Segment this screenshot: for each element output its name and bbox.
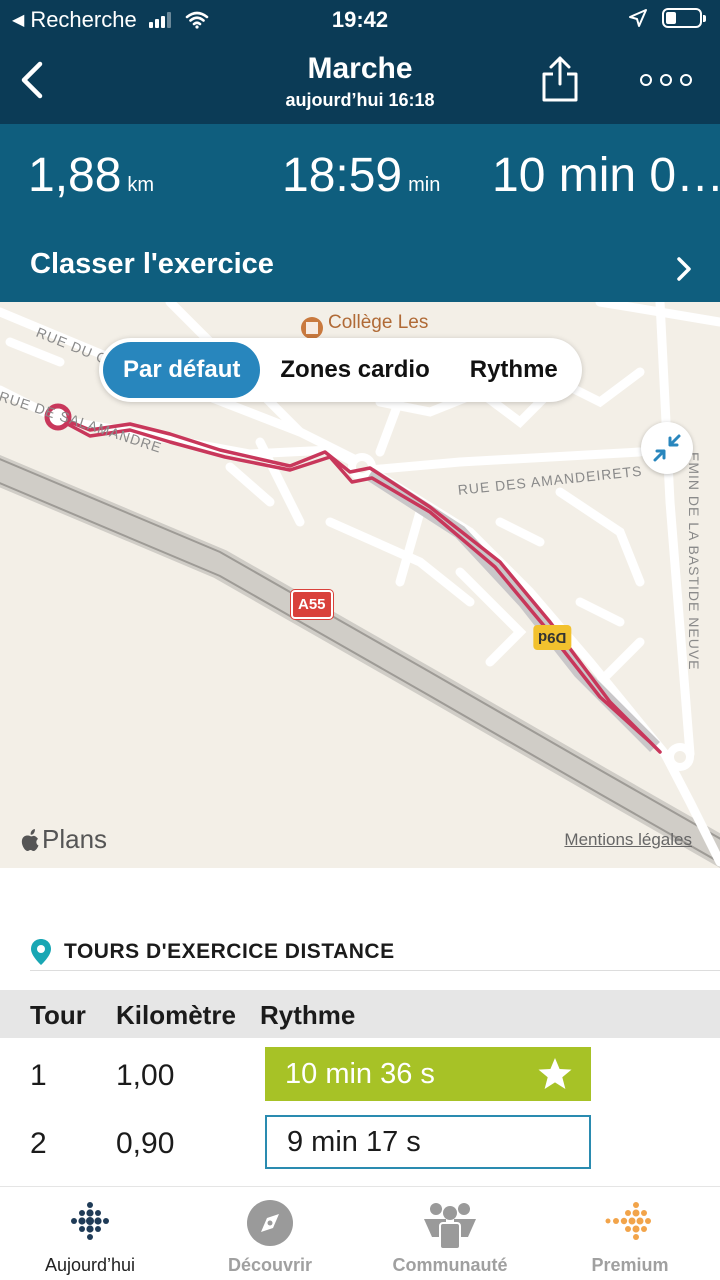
lap-pace: 9 min 17 s xyxy=(265,1115,591,1169)
tab-discover[interactable]: Découvrir xyxy=(180,1187,360,1280)
lap-km: 0,90 xyxy=(116,1127,175,1160)
lap-pace-value: 10 min 36 s xyxy=(285,1057,435,1090)
tab-label: Premium xyxy=(591,1255,669,1275)
road-shield-d9d: D9d xyxy=(533,625,572,650)
community-icon xyxy=(424,1203,476,1250)
tab-default[interactable]: Par défaut xyxy=(103,342,261,398)
table-row: 2 0,90 9 min 17 s xyxy=(0,1115,720,1175)
tab-label: Aujourd’hui xyxy=(44,1255,136,1275)
today-dots-icon xyxy=(71,1202,109,1240)
tab-label: Communauté xyxy=(392,1255,508,1275)
column-header-km: Kilomètre xyxy=(116,1000,236,1030)
summary-stats: 1,88 km 18:59 min 10 min 0… Classer l'exer… xyxy=(0,124,720,302)
map-label-college: Collège Les xyxy=(328,312,429,333)
route-map[interactable]: Collège Les RUE DU GRA RUE DE SALAMANDRE… xyxy=(0,302,720,868)
lap-number: 1 xyxy=(30,1059,47,1092)
section-divider xyxy=(30,970,720,971)
share-icon[interactable] xyxy=(538,54,582,104)
road-shield-a55: A55 xyxy=(291,590,333,619)
status-bar: ◀ Recherche 19:42 xyxy=(0,0,720,40)
stat-duration: 18:59 min xyxy=(282,149,441,202)
status-time: 19:42 xyxy=(331,7,389,32)
battery-icon xyxy=(662,8,706,28)
tab-community[interactable]: Communauté xyxy=(360,1187,540,1280)
location-arrow-icon xyxy=(629,9,647,27)
page-subtitle: aujourd’hui 16:18 xyxy=(285,90,435,110)
column-header-lap: Tour xyxy=(30,1000,86,1030)
map-label-street-bastide: EMIN DE LA BASTIDE NEUVE xyxy=(686,452,702,671)
page-title: Marche xyxy=(307,52,413,85)
table-row: 1 1,00 10 min 36 s xyxy=(0,1047,720,1107)
tab-label: Découvrir xyxy=(227,1255,313,1275)
apple-maps-attribution: Plans xyxy=(20,824,107,855)
laps-section-header: TOURS D'EXERCICE DISTANCE xyxy=(30,938,395,966)
chevron-right-icon xyxy=(677,257,691,281)
apple-logo-icon xyxy=(21,828,39,851)
collapse-map-button[interactable] xyxy=(641,422,693,474)
lap-pace-value: 9 min 17 s xyxy=(287,1125,421,1158)
legal-notice-link[interactable]: Mentions légales xyxy=(564,830,692,850)
lap-pace-best: 10 min 36 s xyxy=(265,1047,591,1101)
column-header-pace: Rythme xyxy=(260,1000,356,1030)
location-pin-icon xyxy=(31,939,51,965)
star-icon xyxy=(538,1058,572,1089)
tab-heart-zones[interactable]: Zones cardio xyxy=(260,342,449,398)
premium-dots-icon xyxy=(605,1202,651,1240)
bottom-tab-bar: Aujourd’hui Découvrir Communauté Premium xyxy=(0,1186,720,1280)
laps-section-title: TOURS D'EXERCICE DISTANCE xyxy=(64,940,395,963)
more-options-icon[interactable] xyxy=(636,68,696,92)
lap-number: 2 xyxy=(30,1127,47,1160)
stat-distance: 1,88 km xyxy=(28,149,155,202)
classify-exercise-row[interactable]: Classer l'exercice xyxy=(0,234,720,302)
tab-today[interactable]: Aujourd’hui xyxy=(0,1187,180,1280)
collapse-arrows-icon xyxy=(653,434,681,462)
lap-km: 1,00 xyxy=(116,1059,175,1092)
map-view-segmented-control: Par défaut Zones cardio Rythme xyxy=(99,338,582,402)
maps-label: Plans xyxy=(42,824,108,854)
classify-exercise-label: Classer l'exercice xyxy=(30,248,274,280)
tab-premium[interactable]: Premium xyxy=(540,1187,720,1280)
stat-pace: 10 min 0… xyxy=(492,149,720,202)
laps-table-header: Tour Kilomètre Rythme xyxy=(0,990,720,1038)
tab-pace[interactable]: Rythme xyxy=(450,342,578,398)
app-header: ◀ Recherche 19:42 Marche aujourd’hui 16:… xyxy=(0,0,720,124)
compass-icon xyxy=(247,1200,293,1246)
